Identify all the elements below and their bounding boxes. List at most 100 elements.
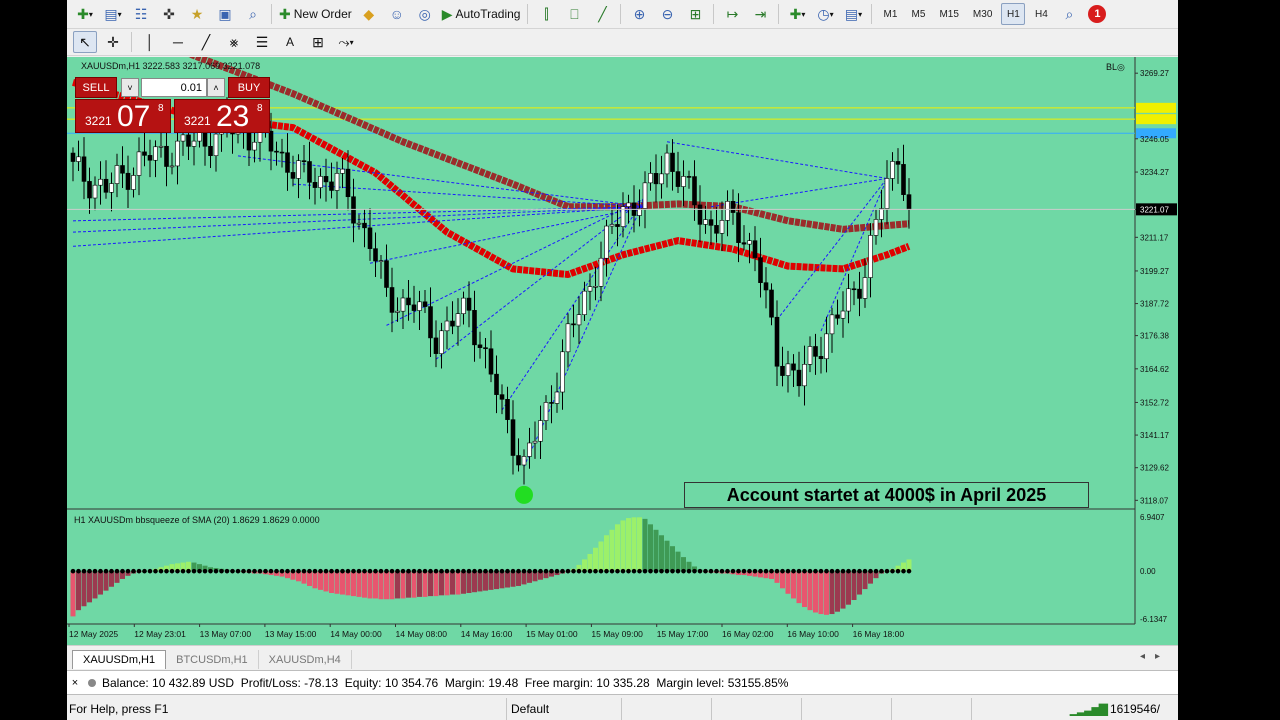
chart-canvas[interactable]: 3269.27 3246.05 3234.27 3221.07 3211.17 3199.… [67, 57, 1178, 645]
account-summary: Balance: 10 432.89 USD Profit/Loss: -78.… [88, 676, 788, 690]
navigator-button[interactable]: ★ [185, 3, 209, 25]
tab-xauusdm-h1[interactable]: XAUUSDm,H1 [72, 650, 167, 669]
zoom-in-button[interactable]: ⊕ [627, 3, 651, 25]
squeeze-dot [378, 568, 384, 574]
timeframe-h1[interactable]: H1 [1001, 3, 1026, 25]
new-order-button[interactable]: ✚ New Order [278, 3, 353, 25]
chart-annotation-text[interactable]: Account startet at 4000$ in April 2025 [684, 482, 1089, 508]
bid-price-box[interactable]: 3221 07 8 [75, 99, 171, 133]
close-icon[interactable]: × [68, 677, 82, 689]
data-window-button[interactable]: ✜ [157, 3, 181, 25]
tab-scroll-arrows[interactable]: ◂▸ [1140, 651, 1170, 662]
squeeze-dot [466, 568, 472, 574]
candle-body [791, 363, 796, 371]
candlesticks-button[interactable]: ⎕ [562, 3, 586, 25]
fibonacci-tool[interactable]: ☰ [250, 31, 274, 53]
squeeze-dot [147, 568, 153, 574]
separator [620, 4, 622, 24]
indicator-tick-label: -6.1347 [1140, 615, 1168, 624]
auto-scroll-button[interactable]: ↦ [720, 3, 744, 25]
buy-button[interactable]: BUY [228, 77, 270, 98]
squeeze-dot [879, 568, 884, 574]
channel-tool[interactable]: ⨳ [222, 31, 246, 53]
histogram-bar [433, 571, 439, 597]
tester-button[interactable]: ⌕ [241, 3, 265, 25]
price-level-tag [1136, 102, 1176, 113]
timeframe-m15[interactable]: M15 [934, 3, 963, 25]
timeframe-h4[interactable]: H4 [1029, 3, 1053, 25]
templates-button[interactable]: ▤ ▾ [841, 3, 865, 25]
periods-button[interactable]: ◷ ▾ [813, 3, 837, 25]
squeeze-dot [692, 568, 697, 574]
squeeze-dot [741, 568, 747, 574]
text-tool[interactable]: A [278, 31, 302, 53]
candle-body [598, 257, 604, 287]
terminal-button[interactable]: ▣ [213, 3, 237, 25]
squeeze-dot [862, 568, 868, 574]
cursor-tool[interactable]: ↖ [73, 31, 97, 53]
metaeditor-button[interactable]: ◆ [357, 3, 381, 25]
candle-body [851, 288, 857, 291]
histogram-bar [351, 571, 356, 597]
connection-text: 1619546/ [1109, 702, 1160, 716]
bar-chart-icon: ⫿ [544, 6, 549, 22]
squeeze-dot [87, 568, 92, 574]
candle-body [664, 152, 670, 175]
auto-scroll-icon: ↦ [726, 6, 739, 22]
candle-body [312, 182, 318, 188]
squeeze-dot [455, 568, 461, 574]
line-chart-button[interactable]: ╱ [590, 3, 614, 25]
chart-shift-button[interactable]: ⇥ [748, 3, 772, 25]
notifications-button[interactable]: 1 [1085, 3, 1109, 25]
tile-windows-button[interactable]: ⊞ [683, 3, 707, 25]
lot-decrease-button[interactable]: ˅ [121, 78, 139, 97]
timeframe-m5[interactable]: M5 [906, 3, 930, 25]
candle-body [76, 156, 81, 162]
text-label-tool[interactable]: ⊞ [306, 31, 330, 53]
chevron-right-icon[interactable]: ▸ [1155, 651, 1170, 662]
squeeze-dot [510, 568, 516, 574]
candle-body [213, 133, 219, 156]
crosshair-tool[interactable]: ✛ [101, 31, 125, 53]
ask-price-box[interactable]: 3221 23 8 [174, 99, 270, 133]
timeframe-m1[interactable]: M1 [878, 3, 902, 25]
chevron-left-icon[interactable]: ◂ [1140, 651, 1155, 662]
candle-body [604, 225, 609, 259]
time-tick-label: 12 May 2025 [69, 629, 118, 639]
indicators-button[interactable]: ✚ ▾ [785, 3, 809, 25]
histogram-bar [98, 571, 103, 595]
tile-windows-icon: ⊞ [689, 6, 702, 22]
price-tick-label: 3246.05 [1140, 135, 1169, 144]
zoom-out-button[interactable]: ⊖ [655, 3, 679, 25]
squeeze-dot [780, 568, 785, 574]
squeeze-dot [505, 568, 510, 574]
vertical-line-tool[interactable]: │ [138, 31, 162, 53]
histogram-bar [615, 524, 620, 572]
candle-body [824, 333, 829, 360]
sell-button[interactable]: SELL [75, 77, 117, 98]
lot-increase-button[interactable]: ˄ [207, 78, 225, 97]
trendline-tool[interactable]: ╱ [194, 31, 218, 53]
tab-xauusdm-h4[interactable]: XAUUSDm,H4 [259, 650, 352, 669]
autotrading-button[interactable]: ▶ AutoTrading [441, 3, 522, 25]
candle-body [686, 176, 692, 178]
market-watch-button[interactable]: ☷ [129, 3, 153, 25]
candle-body [609, 224, 615, 227]
tab-btcusdm-h1[interactable]: BTCUSDm,H1 [166, 650, 259, 669]
bar-chart-button[interactable]: ⫿ [534, 3, 558, 25]
timeframe-m30[interactable]: M30 [968, 3, 997, 25]
candle-body [98, 178, 103, 186]
chevron-down-icon: ˅ [127, 82, 133, 93]
profiles-button[interactable]: ▤ ▾ [101, 3, 125, 25]
signals-button[interactable]: ☺ [385, 3, 409, 25]
histogram-bar [455, 571, 461, 595]
new-chart-button[interactable]: ✚ ▾ [73, 3, 97, 25]
lot-size-input[interactable] [141, 78, 207, 97]
fibonacci-icon: ☰ [255, 34, 269, 50]
squeeze-dot [367, 568, 373, 574]
search-button[interactable]: ⌕ [1057, 3, 1081, 25]
horizontal-line-tool[interactable]: ─ [166, 31, 190, 53]
chart-window[interactable]: 3269.27 3246.05 3234.27 3221.07 3211.17 3199.… [67, 57, 1178, 645]
market-button[interactable]: ◎ [413, 3, 437, 25]
arrows-tool[interactable]: ⤳ ▾ [334, 31, 358, 53]
